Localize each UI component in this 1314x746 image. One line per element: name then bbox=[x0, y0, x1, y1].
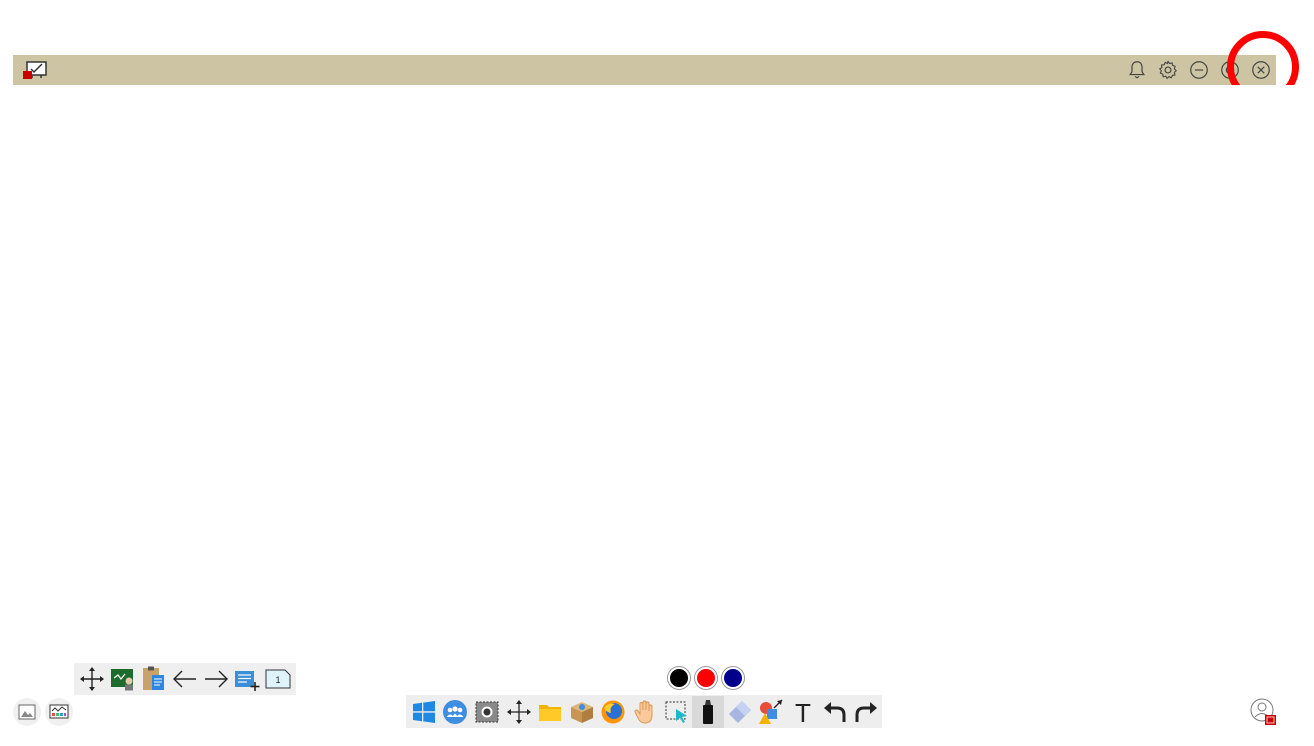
title-bar bbox=[13, 55, 1276, 85]
color-navy[interactable] bbox=[722, 667, 744, 689]
resources-button[interactable] bbox=[566, 696, 598, 728]
select-tool-button[interactable] bbox=[661, 696, 693, 728]
close-button[interactable] bbox=[1245, 55, 1276, 85]
previous-page-button[interactable] bbox=[169, 664, 200, 694]
main-toolbar: T bbox=[406, 695, 882, 728]
settings-button[interactable] bbox=[1152, 55, 1183, 85]
hand-icon bbox=[634, 700, 653, 723]
marker-tool-button[interactable] bbox=[692, 695, 724, 728]
svg-text:T: T bbox=[795, 699, 811, 725]
users-button[interactable] bbox=[440, 696, 472, 728]
minimize-icon bbox=[1189, 61, 1208, 79]
move-icon bbox=[79, 667, 104, 691]
bell-icon bbox=[1128, 61, 1145, 79]
page-number: 1 bbox=[275, 675, 280, 685]
user-avatar-icon bbox=[1250, 698, 1276, 725]
shapes-button[interactable] bbox=[756, 696, 788, 728]
folder-icon bbox=[539, 704, 562, 721]
marker-icon bbox=[703, 699, 714, 724]
shapes-icon bbox=[759, 699, 783, 724]
page-toolbar: 1 bbox=[74, 663, 296, 695]
color-red[interactable] bbox=[695, 667, 717, 689]
pen-color-picker bbox=[668, 667, 744, 689]
text-tool-button[interactable]: T bbox=[787, 696, 819, 728]
add-page-button[interactable] bbox=[231, 664, 262, 694]
next-page-button[interactable] bbox=[200, 664, 231, 694]
clipboard-icon bbox=[142, 666, 164, 690]
windows-button[interactable] bbox=[408, 696, 440, 728]
image-icon bbox=[18, 704, 36, 720]
teacher-board-button[interactable] bbox=[107, 664, 138, 694]
undo-icon bbox=[823, 701, 846, 722]
user-button[interactable] bbox=[1248, 697, 1278, 727]
notifications-button[interactable] bbox=[1121, 55, 1152, 85]
screenshot-icon bbox=[475, 701, 499, 722]
maximize-icon bbox=[1220, 61, 1239, 79]
move-toolbar-button[interactable] bbox=[76, 664, 107, 694]
browser-button[interactable] bbox=[598, 696, 630, 728]
close-icon bbox=[1251, 61, 1270, 79]
gallery-button[interactable] bbox=[45, 698, 73, 726]
page-number-button[interactable]: 1 bbox=[262, 664, 293, 694]
whiteboard-app-icon bbox=[22, 60, 48, 80]
whiteboard-canvas[interactable] bbox=[0, 85, 1314, 660]
text-icon: T bbox=[795, 699, 811, 725]
package-icon bbox=[570, 701, 593, 723]
hand-tool-button[interactable] bbox=[629, 696, 661, 728]
add-page-icon bbox=[234, 671, 259, 691]
windows-icon bbox=[412, 700, 435, 723]
browser-icon bbox=[601, 700, 625, 723]
gear-icon bbox=[1158, 60, 1177, 80]
teacher-board-icon bbox=[110, 669, 133, 691]
open-folder-button[interactable] bbox=[534, 696, 566, 728]
minimize-button[interactable] bbox=[1183, 55, 1214, 85]
page-number-icon: 1 bbox=[265, 669, 290, 689]
redo-icon bbox=[855, 701, 878, 722]
move-icon bbox=[506, 699, 531, 724]
move-button[interactable] bbox=[503, 696, 535, 728]
color-black[interactable] bbox=[668, 667, 690, 689]
undo-button[interactable] bbox=[819, 696, 851, 728]
select-icon bbox=[665, 701, 687, 723]
screenshot-button[interactable] bbox=[471, 696, 503, 728]
eraser-button[interactable] bbox=[724, 696, 756, 728]
eraser-icon bbox=[728, 700, 751, 723]
maximize-button[interactable] bbox=[1214, 55, 1245, 85]
users-icon bbox=[443, 699, 468, 724]
previous-page-icon bbox=[172, 670, 196, 688]
clipboard-button[interactable] bbox=[138, 664, 169, 694]
gallery-icon bbox=[49, 704, 69, 719]
redo-button[interactable] bbox=[850, 696, 882, 728]
next-page-icon bbox=[204, 670, 228, 688]
background-image-button[interactable] bbox=[13, 698, 41, 726]
